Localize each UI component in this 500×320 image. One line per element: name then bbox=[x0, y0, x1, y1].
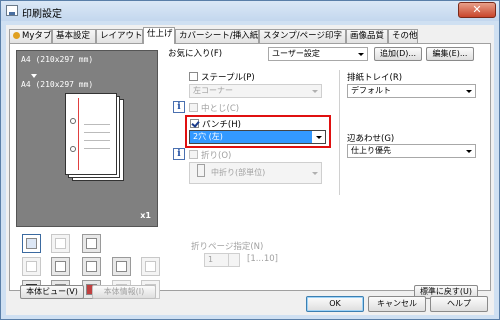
tab-cover-sheet[interactable]: カバーシート/挿入紙 bbox=[175, 29, 259, 43]
favorites-label: お気に入り(F) bbox=[168, 49, 223, 59]
staple-dropdown[interactable]: 左コーナー bbox=[189, 84, 322, 98]
printer-main-icon bbox=[22, 234, 41, 253]
punch-checkbox[interactable] bbox=[190, 119, 199, 128]
punch-label: パンチ(H) bbox=[202, 120, 241, 130]
cancel-button[interactable]: キャンセル bbox=[368, 296, 426, 312]
page-preview: A4 (210x297 mm) A4 (210x297 mm) x1 bbox=[16, 50, 158, 227]
text-line bbox=[84, 124, 110, 125]
text-line bbox=[84, 140, 110, 141]
alignment-dropdown[interactable]: 仕上り優先 bbox=[347, 144, 476, 158]
favorites-dropdown[interactable]: ユーザー設定 bbox=[268, 47, 368, 61]
title-bar[interactable]: 印刷設定 ✕ bbox=[1, 1, 499, 21]
chevron-down-icon bbox=[316, 136, 322, 139]
booklet-icon bbox=[141, 257, 160, 276]
output-tray-dropdown[interactable]: デフォルト bbox=[347, 84, 476, 98]
center-staple-checkbox[interactable] bbox=[189, 103, 198, 112]
staple-value: 左コーナー bbox=[193, 86, 233, 95]
info-icon[interactable]: i bbox=[173, 148, 185, 160]
column-divider bbox=[339, 70, 340, 195]
chevron-down-icon bbox=[466, 150, 472, 153]
paper-feed-glyph bbox=[55, 261, 66, 272]
output-tray-value: デフォルト bbox=[351, 86, 391, 95]
booklet-glyph bbox=[145, 261, 156, 272]
paper-feed-icon bbox=[51, 257, 70, 276]
center-staple-label: 中とじ(C) bbox=[201, 104, 240, 114]
user-icon bbox=[13, 32, 20, 39]
alignment-label: 辺あわせ(G) bbox=[347, 134, 395, 144]
printer-app-icon bbox=[6, 5, 18, 16]
stapler-icon bbox=[112, 257, 131, 276]
tab-finishing[interactable]: 仕上げ bbox=[143, 27, 175, 44]
tab-basic[interactable]: 基本設定 bbox=[52, 29, 96, 43]
punch-value: 2穴 (左) bbox=[193, 132, 223, 141]
lcc-glyph bbox=[26, 261, 37, 272]
print-settings-window: 印刷設定 ✕ Myタブ 基本設定 レイアウト 仕上げ カバーシート/挿入紙 スタ… bbox=[0, 0, 500, 320]
tray-glyph bbox=[55, 238, 66, 249]
text-line bbox=[84, 132, 110, 133]
staple-label: ステープル(P) bbox=[201, 73, 255, 83]
fold-checkbox[interactable] bbox=[189, 150, 198, 159]
add-favorite-button[interactable]: 追加(D)... bbox=[374, 47, 422, 61]
close-button[interactable]: ✕ bbox=[458, 2, 496, 18]
favorites-value: ユーザー設定 bbox=[272, 49, 320, 58]
text-line bbox=[84, 148, 110, 149]
dialog-client-area: Myタブ 基本設定 レイアウト 仕上げ カバーシート/挿入紙 スタンプ/ページ印… bbox=[6, 25, 494, 315]
chevron-down-icon bbox=[312, 172, 318, 175]
edit-favorite-button[interactable]: 編集(E)... bbox=[426, 47, 474, 61]
arrow-down-icon bbox=[31, 74, 37, 78]
alignment-value: 仕上り優先 bbox=[351, 146, 391, 155]
tab-layout[interactable]: レイアウト bbox=[96, 29, 143, 43]
window-title: 印刷設定 bbox=[22, 9, 62, 20]
preview-original-size: A4 (210x297 mm) bbox=[21, 55, 94, 64]
printer-info-button[interactable]: 本体情報(I) bbox=[92, 285, 156, 299]
info-icon[interactable]: i bbox=[173, 101, 185, 113]
punch-unit-icon bbox=[82, 257, 101, 276]
tab-my-tab[interactable]: Myタブ bbox=[9, 29, 52, 43]
output-tray-label: 排紙トレイ(R) bbox=[347, 73, 403, 83]
preview-output-size: A4 (210x297 mm) bbox=[21, 80, 94, 89]
binding-margin-line bbox=[78, 98, 79, 170]
punch-hole-icon bbox=[70, 118, 76, 124]
fold-label: 折り(O) bbox=[201, 151, 232, 161]
chevron-down-icon bbox=[358, 53, 364, 56]
fold-page-range: [1...10] bbox=[247, 254, 278, 264]
staple-checkbox[interactable] bbox=[189, 72, 198, 81]
finishing-panel: A4 (210x297 mm) A4 (210x297 mm) x1 お気に入り… bbox=[9, 43, 491, 299]
tray-option-icon bbox=[51, 234, 70, 253]
punch-hole-icon bbox=[70, 146, 76, 152]
spin-down-icon[interactable] bbox=[228, 260, 239, 266]
chevron-down-icon bbox=[466, 90, 472, 93]
fold-page-label: 折りページ指定(N) bbox=[191, 242, 264, 252]
stapler-glyph bbox=[116, 261, 127, 272]
lcc-icon bbox=[22, 257, 41, 276]
copy-count: x1 bbox=[140, 211, 151, 220]
punch-dropdown[interactable]: 2穴 (左) bbox=[189, 130, 326, 144]
tab-stamp[interactable]: スタンプ/ページ印字 bbox=[259, 29, 346, 43]
fold-paper-icon bbox=[197, 164, 205, 177]
paper-preview bbox=[65, 93, 117, 175]
punch-unit-glyph bbox=[86, 261, 97, 272]
printer-glyph bbox=[26, 238, 37, 249]
tab-image-quality[interactable]: 画像品質 bbox=[346, 29, 388, 43]
finisher-icon bbox=[82, 234, 101, 253]
fold-page-spinner[interactable]: 1 bbox=[204, 253, 240, 267]
help-button[interactable]: ヘルプ bbox=[430, 296, 488, 312]
fold-dropdown[interactable]: 中折り(部単位) bbox=[189, 162, 322, 184]
fold-page-value: 1 bbox=[208, 255, 214, 264]
tab-other[interactable]: その他 bbox=[388, 29, 418, 43]
printer-view-button[interactable]: 本体ビュー(V) bbox=[20, 285, 84, 299]
fold-value: 中折り(部単位) bbox=[211, 168, 266, 177]
ok-button[interactable]: OK bbox=[306, 296, 364, 312]
finisher-glyph bbox=[86, 238, 97, 249]
tab-label: Myタブ bbox=[22, 31, 52, 41]
chevron-down-icon bbox=[312, 90, 318, 93]
